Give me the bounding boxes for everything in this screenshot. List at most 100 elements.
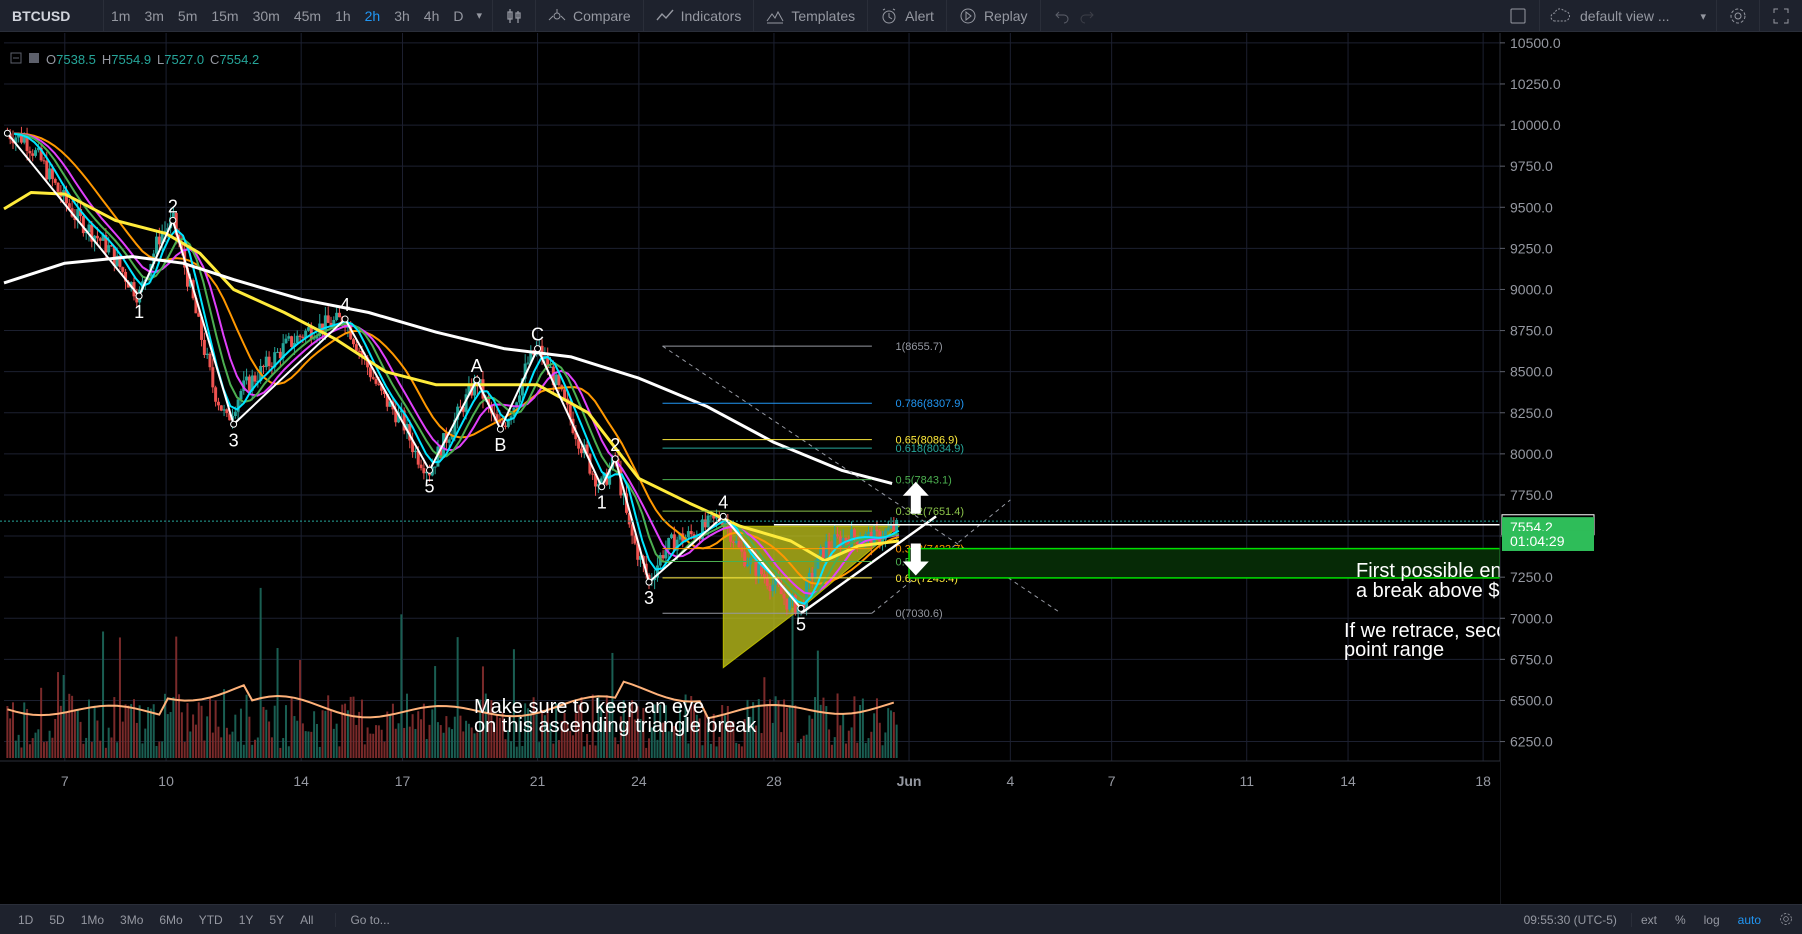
templates-button[interactable]: Templates [754,0,869,32]
chart-pane[interactable]: 1 2 3 4 5 A B C 1 2 3 4 5 1(8655.7) 0.786(8307.9) 0.65(… [0,33,1802,904]
volume-bar [251,744,254,758]
volume-bar [147,707,150,758]
range-3mo[interactable]: 3Mo [112,913,151,927]
legend-visibility-icon[interactable] [28,52,40,67]
volume-bar [814,697,817,758]
cloud-icon [1550,7,1571,25]
interval-45m[interactable]: 45m [287,8,328,24]
candle-body [306,327,310,331]
volume-bar [448,727,451,758]
interval-15m[interactable]: 15m [204,8,245,24]
compare-button[interactable]: Compare [536,0,644,32]
legend-close-value: 7554.2 [219,52,260,67]
price-chart[interactable]: 12345ABC123451(8655.7)0.786(8307.9)0.65(… [0,33,1802,904]
interval-4h[interactable]: 4h [417,8,447,24]
price-tick-label: 9000.0 [1510,281,1553,297]
candle-body [895,520,899,532]
fullscreen-button[interactable] [1760,0,1802,32]
volume-bar [192,714,195,758]
indicators-button[interactable]: Indicators [644,0,755,32]
percent-toggle[interactable]: % [1666,913,1695,927]
volume-bar [175,636,178,758]
volume-bar [422,703,425,758]
candle-body [836,534,840,537]
symbol-search[interactable]: BTCUSD [0,0,104,32]
volume-bar [104,747,107,758]
range-6mo[interactable]: 6Mo [151,913,190,927]
range-5d[interactable]: 5D [41,913,72,927]
wave-point [598,483,606,491]
interval-selector: 1m 3m 5m 15m 30m 45m 1h 2h 3h 4h D ▾ [104,0,494,32]
fib-level-label: 0(7030.6) [896,608,943,620]
alert-button[interactable]: Alert [868,0,947,32]
settings-icon[interactable] [1770,912,1802,929]
interval-d[interactable]: D [446,8,470,24]
volume-bar [48,730,51,758]
range-1y[interactable]: 1Y [231,913,262,927]
price-tick-label: 10500.0 [1510,35,1561,51]
volume-bar [161,741,164,758]
range-ytd[interactable]: YTD [191,913,231,927]
candle-body [852,529,856,538]
ext-toggle[interactable]: ext [1632,913,1666,927]
goto-button[interactable]: Go to... [335,912,390,927]
volume-bar [186,703,189,758]
volume-bar [828,729,831,758]
volume-bar [338,746,341,758]
volume-bar [504,739,507,758]
wave-point [473,376,481,384]
interval-1h[interactable]: 1h [328,8,358,24]
volume-bar [200,705,203,758]
volume-bar [31,738,34,758]
candle-body [765,577,769,586]
wave-label: 4 [340,295,350,315]
volume-bar [169,712,172,758]
log-toggle[interactable]: log [1695,913,1729,927]
candle-body [42,160,46,162]
range-1mo[interactable]: 1Mo [73,913,112,927]
volume-bar [797,742,800,758]
redo-icon[interactable] [1078,7,1096,25]
interval-30m[interactable]: 30m [246,8,287,24]
settings-button[interactable] [1717,0,1760,32]
auto-toggle[interactable]: auto [1729,913,1770,927]
save-layout-dropdown[interactable]: default view ... ▾ [1539,0,1717,32]
range-1d[interactable]: 1D [10,913,41,927]
interval-2h[interactable]: 2h [358,8,388,24]
interval-3h[interactable]: 3h [387,8,417,24]
candle-body [757,564,761,576]
clock-timezone[interactable]: 09:55:30 (UTC-5) [1515,913,1632,927]
volume-bar [158,741,161,758]
undo-icon[interactable] [1053,7,1071,25]
volume-bar [557,740,560,758]
candle-body [284,338,288,344]
range-5y[interactable]: 5Y [261,913,292,927]
replay-button[interactable]: Replay [947,0,1041,32]
volume-bar [172,697,175,758]
layout-name-label: default view ... [1580,8,1670,24]
volume-bar [808,715,811,758]
volume-bar [214,700,217,758]
volume-bar [740,746,743,758]
chart-type-button[interactable] [493,0,537,32]
interval-3m[interactable]: 3m [137,8,170,24]
wave-label: 1 [134,302,144,322]
layout-toggle-button[interactable] [1497,0,1539,32]
volume-bar [301,723,304,758]
price-tag-label: 01:04:29 [1510,533,1565,549]
candle-body [670,534,674,538]
volume-bar [375,725,378,758]
chevron-down-icon: ▾ [1700,10,1706,23]
interval-5m[interactable]: 5m [171,8,204,24]
price-tick-label: 7000.0 [1510,610,1553,626]
volume-bar [282,738,285,758]
chevron-down-icon[interactable]: ▾ [471,9,489,22]
legend-collapse-icon[interactable] [10,52,22,67]
interval-1m[interactable]: 1m [104,8,137,24]
volume-bar [110,737,113,758]
price-axis: 10500.0 10250.0 10000.0 9750.0 9500.0 9250.0 9… [1499,33,1802,904]
range-all[interactable]: All [292,913,321,927]
volume-bar [588,744,591,758]
volume-bar [403,727,406,758]
volume-bar [268,721,271,758]
